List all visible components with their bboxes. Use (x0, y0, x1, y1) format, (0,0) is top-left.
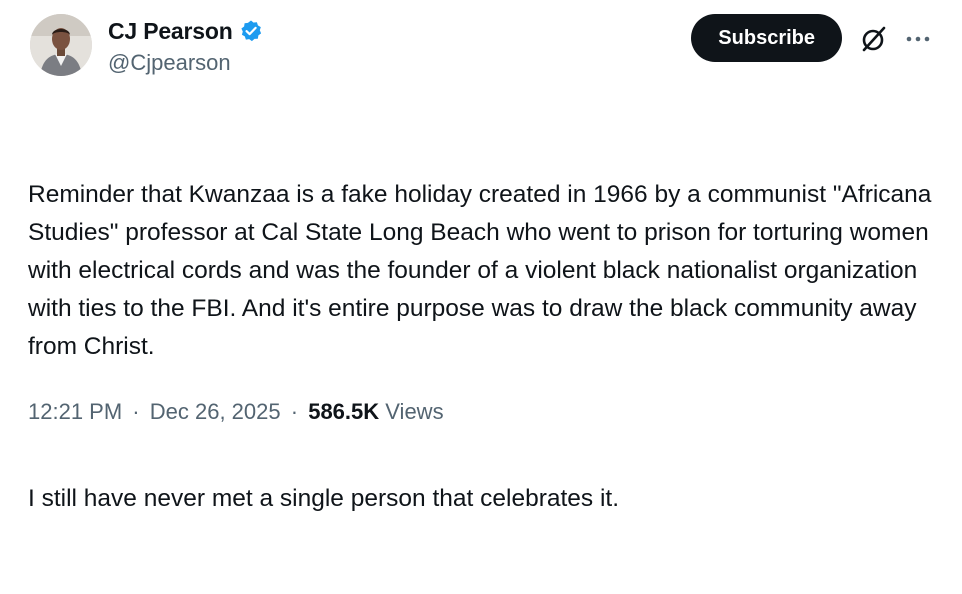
grok-icon[interactable] (860, 25, 888, 53)
meta-separator: · (290, 399, 299, 424)
tweet-paragraph-1: Reminder that Kwanzaa is a fake holiday … (28, 181, 939, 360)
name-row: CJ Pearson (108, 16, 263, 46)
author-handle[interactable]: @Cjpearson (108, 50, 263, 76)
tweet-card: CJ Pearson @Cjpearson Subscribe Reminder… (0, 0, 962, 512)
views-count: 586.5K (308, 399, 380, 424)
display-name[interactable]: CJ Pearson (108, 18, 233, 45)
avatar[interactable] (30, 14, 92, 76)
tweet-meta: 12:21 PM · Dec 26, 2025 · 586.5K Views (28, 396, 444, 428)
tweet-text: Reminder that Kwanzaa is a fake holiday … (28, 100, 938, 594)
author-info: CJ Pearson @Cjpearson (108, 16, 263, 76)
meta-separator: · (132, 399, 140, 424)
tweet-paragraph-2: I still have never met a single person t… (28, 485, 620, 512)
views-label: Views (385, 399, 444, 424)
more-options-icon[interactable] (904, 27, 932, 51)
subscribe-button[interactable]: Subscribe (691, 14, 842, 62)
tweet-time[interactable]: 12:21 PM (28, 399, 122, 424)
verified-badge-icon (239, 19, 263, 43)
tweet-header: CJ Pearson @Cjpearson Subscribe (30, 14, 932, 84)
tweet-date[interactable]: Dec 26, 2025 (150, 399, 281, 424)
